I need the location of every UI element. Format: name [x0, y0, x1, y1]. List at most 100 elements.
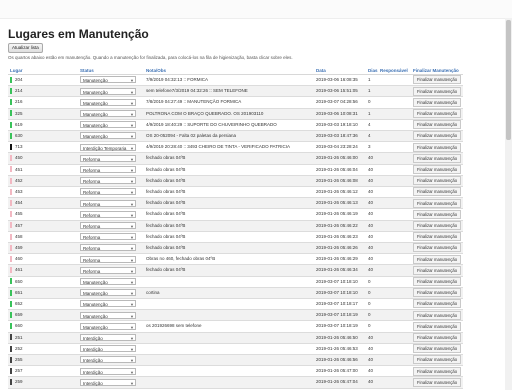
- status-select[interactable]: Interdição Temporaria ▼: [80, 143, 136, 151]
- status-select[interactable]: Manutenção ▼: [80, 132, 136, 140]
- table-row[interactable]: 204 Manutenção ▼ 7/9/2019 04:32:13 :: FORMI…: [8, 74, 463, 87]
- status-select[interactable]: Interdição ▼: [80, 345, 136, 353]
- table-row[interactable]: 652 Manutenção ▼ 2019-03-07 10:18:17 0 Finali…: [8, 298, 463, 311]
- finalize-maintenance-button[interactable]: Finalizar manutenção: [413, 288, 462, 298]
- status-select[interactable]: Manutenção ▼: [80, 277, 136, 285]
- table-row[interactable]: 459 Reforma ▼ fechado obras 04ºB 2019-01-26 …: [8, 242, 463, 255]
- finalize-maintenance-button[interactable]: Finalizar manutenção: [413, 176, 462, 186]
- table-row[interactable]: 450 Reforma ▼ fechado obras 04ºB 2019-01-26 …: [8, 152, 463, 165]
- finalize-maintenance-button[interactable]: Finalizar manutenção: [413, 355, 462, 365]
- status-select[interactable]: Manutenção ▼: [80, 98, 136, 106]
- table-row[interactable]: 659 Manutenção ▼ 2019-03-07 10:18:19 0 Finali…: [8, 309, 463, 322]
- status-value: Manutenção: [83, 78, 108, 84]
- table-row[interactable]: 452 Reforma ▼ fechado obras 04ºB 2019-01-26 …: [8, 175, 463, 188]
- status-color-marker: [10, 368, 12, 375]
- col-dias[interactable]: Dias: [366, 66, 378, 75]
- finalize-maintenance-button[interactable]: Finalizar manutenção: [413, 299, 462, 309]
- status-select[interactable]: Manutenção ▼: [80, 300, 136, 308]
- finalize-maintenance-button[interactable]: Finalizar manutenção: [413, 75, 462, 85]
- finalize-maintenance-button[interactable]: Finalizar manutenção: [413, 265, 462, 275]
- table-row[interactable]: 451 Reforma ▼ fechado obras 04ºB 2019-01-26 …: [8, 164, 463, 176]
- finalize-maintenance-button[interactable]: Finalizar manutenção: [413, 232, 462, 242]
- dias-cell: 0: [366, 96, 378, 109]
- finalize-maintenance-button[interactable]: Finalizar manutenção: [413, 209, 462, 219]
- status-select[interactable]: Reforma ▼: [80, 154, 136, 162]
- col-status[interactable]: Status: [78, 66, 144, 75]
- table-row[interactable]: 455 Reforma ▼ fechado obras 04ºB 2019-01-26 …: [8, 208, 463, 221]
- finalize-maintenance-button[interactable]: Finalizar manutenção: [413, 377, 462, 387]
- status-select[interactable]: Manutenção ▼: [80, 311, 136, 319]
- table-row[interactable]: 251 Interdição ▼ 2019-01-26 05:46:50 40 Final…: [8, 332, 463, 344]
- scrollbar-thumb[interactable]: [506, 20, 511, 140]
- status-select[interactable]: Manutenção ▼: [80, 76, 136, 84]
- status-select[interactable]: Reforma ▼: [80, 255, 136, 263]
- responsavel-cell: [378, 96, 411, 109]
- table-row[interactable]: 457 Reforma ▼ fechado obras 04ºB 2019-01-26 …: [8, 220, 463, 232]
- status-select[interactable]: Manutenção ▼: [80, 289, 136, 297]
- table-row[interactable]: 252 Interdição ▼ 2019-01-26 05:46:53 40 Final…: [8, 343, 463, 356]
- status-value: Manutenção: [83, 302, 108, 308]
- col-responsavel[interactable]: Responsável: [378, 66, 411, 75]
- table-row[interactable]: 651 Manutenção ▼ cortina 2019-03-07 10:18:10…: [8, 287, 463, 300]
- table-row[interactable]: 214 Manutenção ▼ sem telefone7/3/2019 04:32…: [8, 85, 463, 98]
- col-lugar[interactable]: Lugar: [8, 66, 78, 75]
- nota-cell: 4/9/2019 18:40:29 :: SUPORTE DO CHUVEIRI…: [144, 119, 314, 132]
- table-row[interactable]: 454 Reforma ▼ fechado obras 04ºB 2019-01-26 …: [8, 197, 463, 210]
- status-select[interactable]: Reforma ▼: [80, 177, 136, 185]
- status-select[interactable]: Manutenção ▼: [80, 322, 136, 330]
- finalize-maintenance-button[interactable]: Finalizar manutenção: [413, 164, 462, 174]
- refresh-list-button[interactable]: Atualizar lista: [8, 43, 43, 53]
- finalize-maintenance-button[interactable]: Finalizar manutenção: [413, 276, 462, 286]
- status-select[interactable]: Reforma ▼: [80, 221, 136, 229]
- table-row[interactable]: 458 Reforma ▼ fechado obras 04ºB 2019-01-26 …: [8, 231, 463, 244]
- table-row[interactable]: 259 Interdição ▼ 2019-01-26 05:47:04 40 Final…: [8, 376, 463, 389]
- status-select[interactable]: Manutenção ▼: [80, 121, 136, 129]
- status-select[interactable]: Reforma ▼: [80, 188, 136, 196]
- status-color-marker: [10, 88, 12, 95]
- finalize-maintenance-button[interactable]: Finalizar manutenção: [413, 187, 462, 197]
- finalize-maintenance-button[interactable]: Finalizar manutenção: [413, 332, 462, 342]
- table-row[interactable]: 630 Manutenção ▼ OS 20-052094 - Falta 02 pa…: [8, 130, 463, 143]
- status-select[interactable]: Reforma ▼: [80, 233, 136, 241]
- finalize-maintenance-button[interactable]: Finalizar manutenção: [413, 321, 462, 331]
- finalize-maintenance-button[interactable]: Finalizar manutenção: [413, 243, 462, 253]
- table-row[interactable]: 325 Manutenção ▼ POLTRONA COM O BRAÇO QUEBR…: [8, 108, 463, 120]
- finalize-maintenance-button[interactable]: Finalizar manutenção: [413, 142, 462, 152]
- table-row[interactable]: 660 Manutenção ▼ os 201926698 sem telefone 2…: [8, 320, 463, 333]
- table-row[interactable]: 461 Reforma ▼ fechado obras 04ºB 2019-01-26 …: [8, 264, 463, 277]
- status-select[interactable]: Reforma ▼: [80, 266, 136, 274]
- table-row[interactable]: 255 Interdição ▼ 2019-01-26 05:46:56 40 Final…: [8, 354, 463, 367]
- table-row[interactable]: 713 Interdição Temporaria ▼ 4/9/2019 20:28:…: [8, 141, 463, 154]
- status-select[interactable]: Reforma ▼: [80, 165, 136, 173]
- status-select[interactable]: Reforma ▼: [80, 210, 136, 218]
- finalize-maintenance-button[interactable]: Finalizar manutenção: [413, 108, 462, 118]
- status-select[interactable]: Manutenção ▼: [80, 109, 136, 117]
- finalize-maintenance-button[interactable]: Finalizar manutenção: [413, 120, 462, 130]
- status-select[interactable]: Interdição ▼: [80, 356, 136, 364]
- table-row[interactable]: 216 Manutenção ▼ 7/8/2019 04:27:49 :: MANUT…: [8, 96, 463, 109]
- finalize-maintenance-button[interactable]: Finalizar manutenção: [413, 97, 462, 107]
- finalize-maintenance-button[interactable]: Finalizar manutenção: [413, 131, 462, 141]
- finalize-maintenance-button[interactable]: Finalizar manutenção: [413, 220, 462, 230]
- status-select[interactable]: Interdição ▼: [80, 333, 136, 341]
- table-row[interactable]: 257 Interdição ▼ 2019-01-26 05:47:00 40 Final…: [8, 365, 463, 378]
- table-row[interactable]: 650 Manutenção ▼ 2019-03-07 10:18:10 0 Finali…: [8, 276, 463, 288]
- col-nota[interactable]: Nota/Obs: [144, 66, 314, 75]
- finalize-maintenance-button[interactable]: Finalizar manutenção: [413, 153, 462, 163]
- col-data[interactable]: Data: [314, 66, 366, 75]
- table-row[interactable]: 619 Manutenção ▼ 4/9/2019 18:40:29 :: SUPOR…: [8, 119, 463, 132]
- finalize-maintenance-button[interactable]: Finalizar manutenção: [413, 366, 462, 376]
- finalize-maintenance-button[interactable]: Finalizar manutenção: [413, 344, 462, 354]
- status-select[interactable]: Manutenção ▼: [80, 87, 136, 95]
- finalize-maintenance-button[interactable]: Finalizar manutenção: [413, 86, 462, 96]
- status-select[interactable]: Interdição ▼: [80, 367, 136, 375]
- finalize-maintenance-button[interactable]: Finalizar manutenção: [413, 310, 462, 320]
- table-row[interactable]: 460 Reforma ▼ Obras no 460, fechado obras 0…: [8, 253, 463, 266]
- finalize-maintenance-button[interactable]: Finalizar manutenção: [413, 254, 462, 264]
- table-row[interactable]: 453 Reforma ▼ fechado obras 04ºB 2019-01-26 …: [8, 186, 463, 199]
- status-select[interactable]: Interdição ▼: [80, 378, 136, 386]
- status-select[interactable]: Reforma ▼: [80, 199, 136, 207]
- finalize-maintenance-button[interactable]: Finalizar manutenção: [413, 198, 462, 208]
- dias-cell: 40: [366, 332, 378, 344]
- status-select[interactable]: Reforma ▼: [80, 244, 136, 252]
